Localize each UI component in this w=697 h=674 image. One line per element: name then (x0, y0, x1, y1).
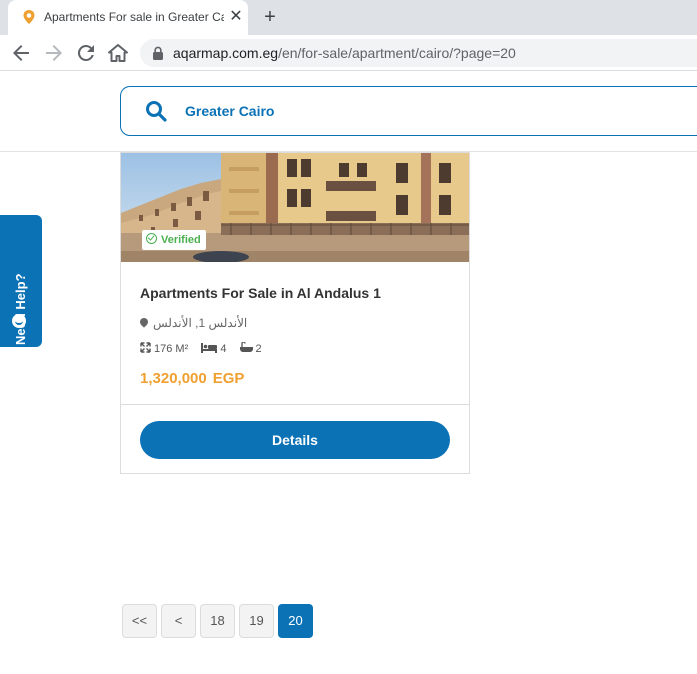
expand-arrows-icon (140, 342, 151, 353)
listing-location: الأندلس 1, الأندلس (138, 316, 248, 330)
tab-title: Apartments For sale in Greater Ca (44, 10, 224, 24)
listing-price: 1,320,000 EGP (140, 370, 244, 387)
smiley-chat-icon (12, 314, 26, 328)
verified-label: Verified (161, 234, 201, 246)
forward-arrow-icon[interactable] (42, 41, 66, 65)
check-circle-icon (146, 233, 157, 244)
address-bar[interactable]: aqarmap.com.eg/en/for-sale/apartment/cai… (140, 39, 697, 67)
need-help-button[interactable]: Need Help? (0, 215, 42, 347)
new-tab-button[interactable]: + (260, 6, 280, 28)
bed-icon (201, 343, 218, 353)
reload-icon[interactable] (74, 41, 98, 65)
listing-photo[interactable]: Verified (121, 153, 469, 262)
area-feature: 176 M² (140, 342, 188, 355)
location-search-box[interactable]: Greater Cairo (120, 86, 697, 136)
pagination-page-19[interactable]: 19 (239, 604, 274, 638)
pagination-first-button[interactable]: << (122, 604, 157, 638)
lock-icon (153, 46, 163, 60)
aqarmap-favicon-icon (23, 10, 35, 24)
pagination-page-20-current[interactable]: 20 (278, 604, 313, 638)
pagination-prev-button[interactable]: < (161, 604, 196, 638)
price-currency: EGP (212, 370, 245, 387)
url-host: aqarmap.com.eg (173, 45, 279, 61)
browser-tab-strip: Apartments For sale in Greater Ca ✕ + (0, 0, 697, 35)
search-input-value[interactable]: Greater Cairo (185, 103, 274, 119)
back-arrow-icon[interactable] (9, 41, 33, 65)
bathtub-icon (239, 341, 253, 352)
need-help-label: Need Help? (13, 273, 28, 345)
bedrooms-value: 4 (220, 343, 227, 355)
bathrooms-value: 2 (255, 343, 262, 355)
pagination-page-18[interactable]: 18 (200, 604, 235, 638)
bathrooms-feature: 2 (239, 341, 262, 355)
listing-title[interactable]: Apartments For Sale in Al Andalus 1 (140, 285, 381, 301)
url-text: aqarmap.com.eg/en/for-sale/apartment/cai… (173, 45, 516, 61)
card-divider (121, 404, 469, 405)
browser-tab[interactable]: Apartments For sale in Greater Ca ✕ (8, 0, 248, 35)
price-amount: 1,320,000 (140, 370, 207, 387)
listing-card[interactable]: Verified Apartments For Sale in Al Andal… (120, 152, 470, 474)
browser-toolbar: aqarmap.com.eg/en/for-sale/apartment/cai… (0, 35, 697, 71)
area-value: 176 M² (154, 343, 189, 355)
listing-features: 176 M² 4 2 (140, 341, 272, 355)
bedrooms-feature: 4 (201, 343, 226, 355)
url-path: /en/for-sale/apartment/cairo/?page=20 (278, 45, 516, 61)
site-header: Greater Cairo (0, 71, 697, 152)
home-icon[interactable] (106, 41, 130, 65)
location-pin-icon (138, 316, 150, 328)
search-icon (146, 101, 167, 122)
tab-close-button[interactable]: ✕ (228, 9, 244, 25)
location-text: الأندلس 1, الأندلس (153, 316, 248, 330)
details-button[interactable]: Details (140, 421, 450, 459)
verified-badge: Verified (142, 230, 206, 250)
